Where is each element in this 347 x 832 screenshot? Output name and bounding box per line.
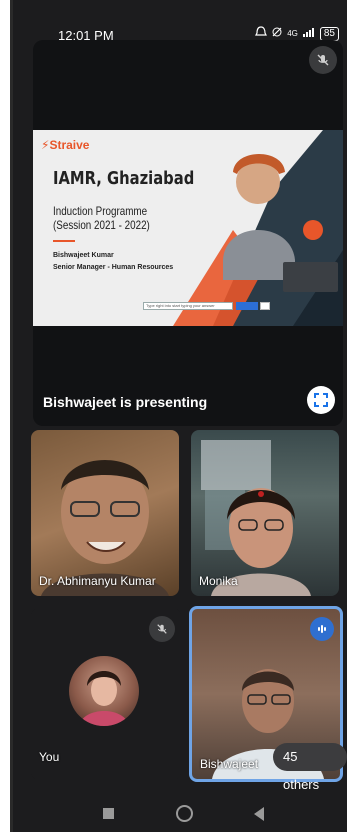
left-frame-border [0, 0, 13, 832]
mic-off-icon [157, 624, 167, 634]
fullscreen-icon [314, 393, 328, 407]
participant-video-monika [201, 440, 311, 596]
others-count-chip[interactable]: 45 others [273, 743, 347, 792]
shared-slide: ⚡Straive IAMR, Ghaziabad Induction Progr… [33, 130, 343, 326]
participant-name-abhimanyu: Dr. Abhimanyu Kumar [39, 574, 156, 588]
slide-logo: ⚡Straive [41, 138, 90, 152]
signal-icon [302, 26, 316, 41]
mic-off-icon [317, 54, 329, 66]
participant-name-bishwajeet: Bishwajeet [200, 757, 259, 771]
participant-name-self: You [39, 750, 60, 764]
navigation-bar [13, 796, 347, 832]
presenter-mute-badge [309, 46, 337, 74]
home-button[interactable] [176, 805, 193, 822]
participant-tile-self[interactable]: You [31, 608, 181, 780]
slide-search-button [236, 302, 258, 310]
participant-tile-monika[interactable]: Monika [191, 430, 339, 596]
presenting-label: Bishwajeet is presenting [43, 394, 208, 410]
slide-presenter-name: Bishwajeet Kumar [53, 252, 114, 259]
participant-tile-abhimanyu[interactable]: Dr. Abhimanyu Kumar [31, 430, 179, 596]
self-mute-badge [149, 616, 175, 642]
phone-screen: 12:01 PM 4G 85 ⚡Straive IAMR, Ghaziabad … [13, 0, 347, 832]
presentation-tile[interactable]: ⚡Straive IAMR, Ghaziabad Induction Progr… [33, 40, 343, 426]
participant-video-abhimanyu [41, 460, 169, 596]
audio-level-icon [318, 625, 326, 633]
slide-secondary-button [260, 302, 270, 310]
slide-divider [53, 240, 75, 242]
alarm-icon [255, 26, 268, 41]
fullscreen-button[interactable] [307, 386, 335, 414]
status-icons: 4G 85 [255, 26, 339, 41]
back-button[interactable] [254, 807, 264, 821]
slide-subtitle-2: (Session 2021 - 2022) [53, 218, 150, 232]
slide-presenter-role: Senior Manager - Human Resources [53, 264, 174, 271]
mute-notification-icon [271, 26, 283, 41]
participant-name-monika: Monika [199, 574, 238, 588]
recents-button[interactable] [103, 808, 114, 819]
battery-indicator: 85 [319, 26, 339, 41]
network-label: 4G [287, 29, 298, 38]
slide-search-box: Type right into start typing your answer [143, 302, 233, 310]
speaking-indicator [310, 617, 334, 641]
slide-subtitle-1: Induction Programme [53, 204, 148, 218]
status-bar: 12:01 PM 4G 85 [13, 0, 347, 43]
slide-photo-art [173, 130, 343, 326]
self-avatar [69, 656, 139, 726]
